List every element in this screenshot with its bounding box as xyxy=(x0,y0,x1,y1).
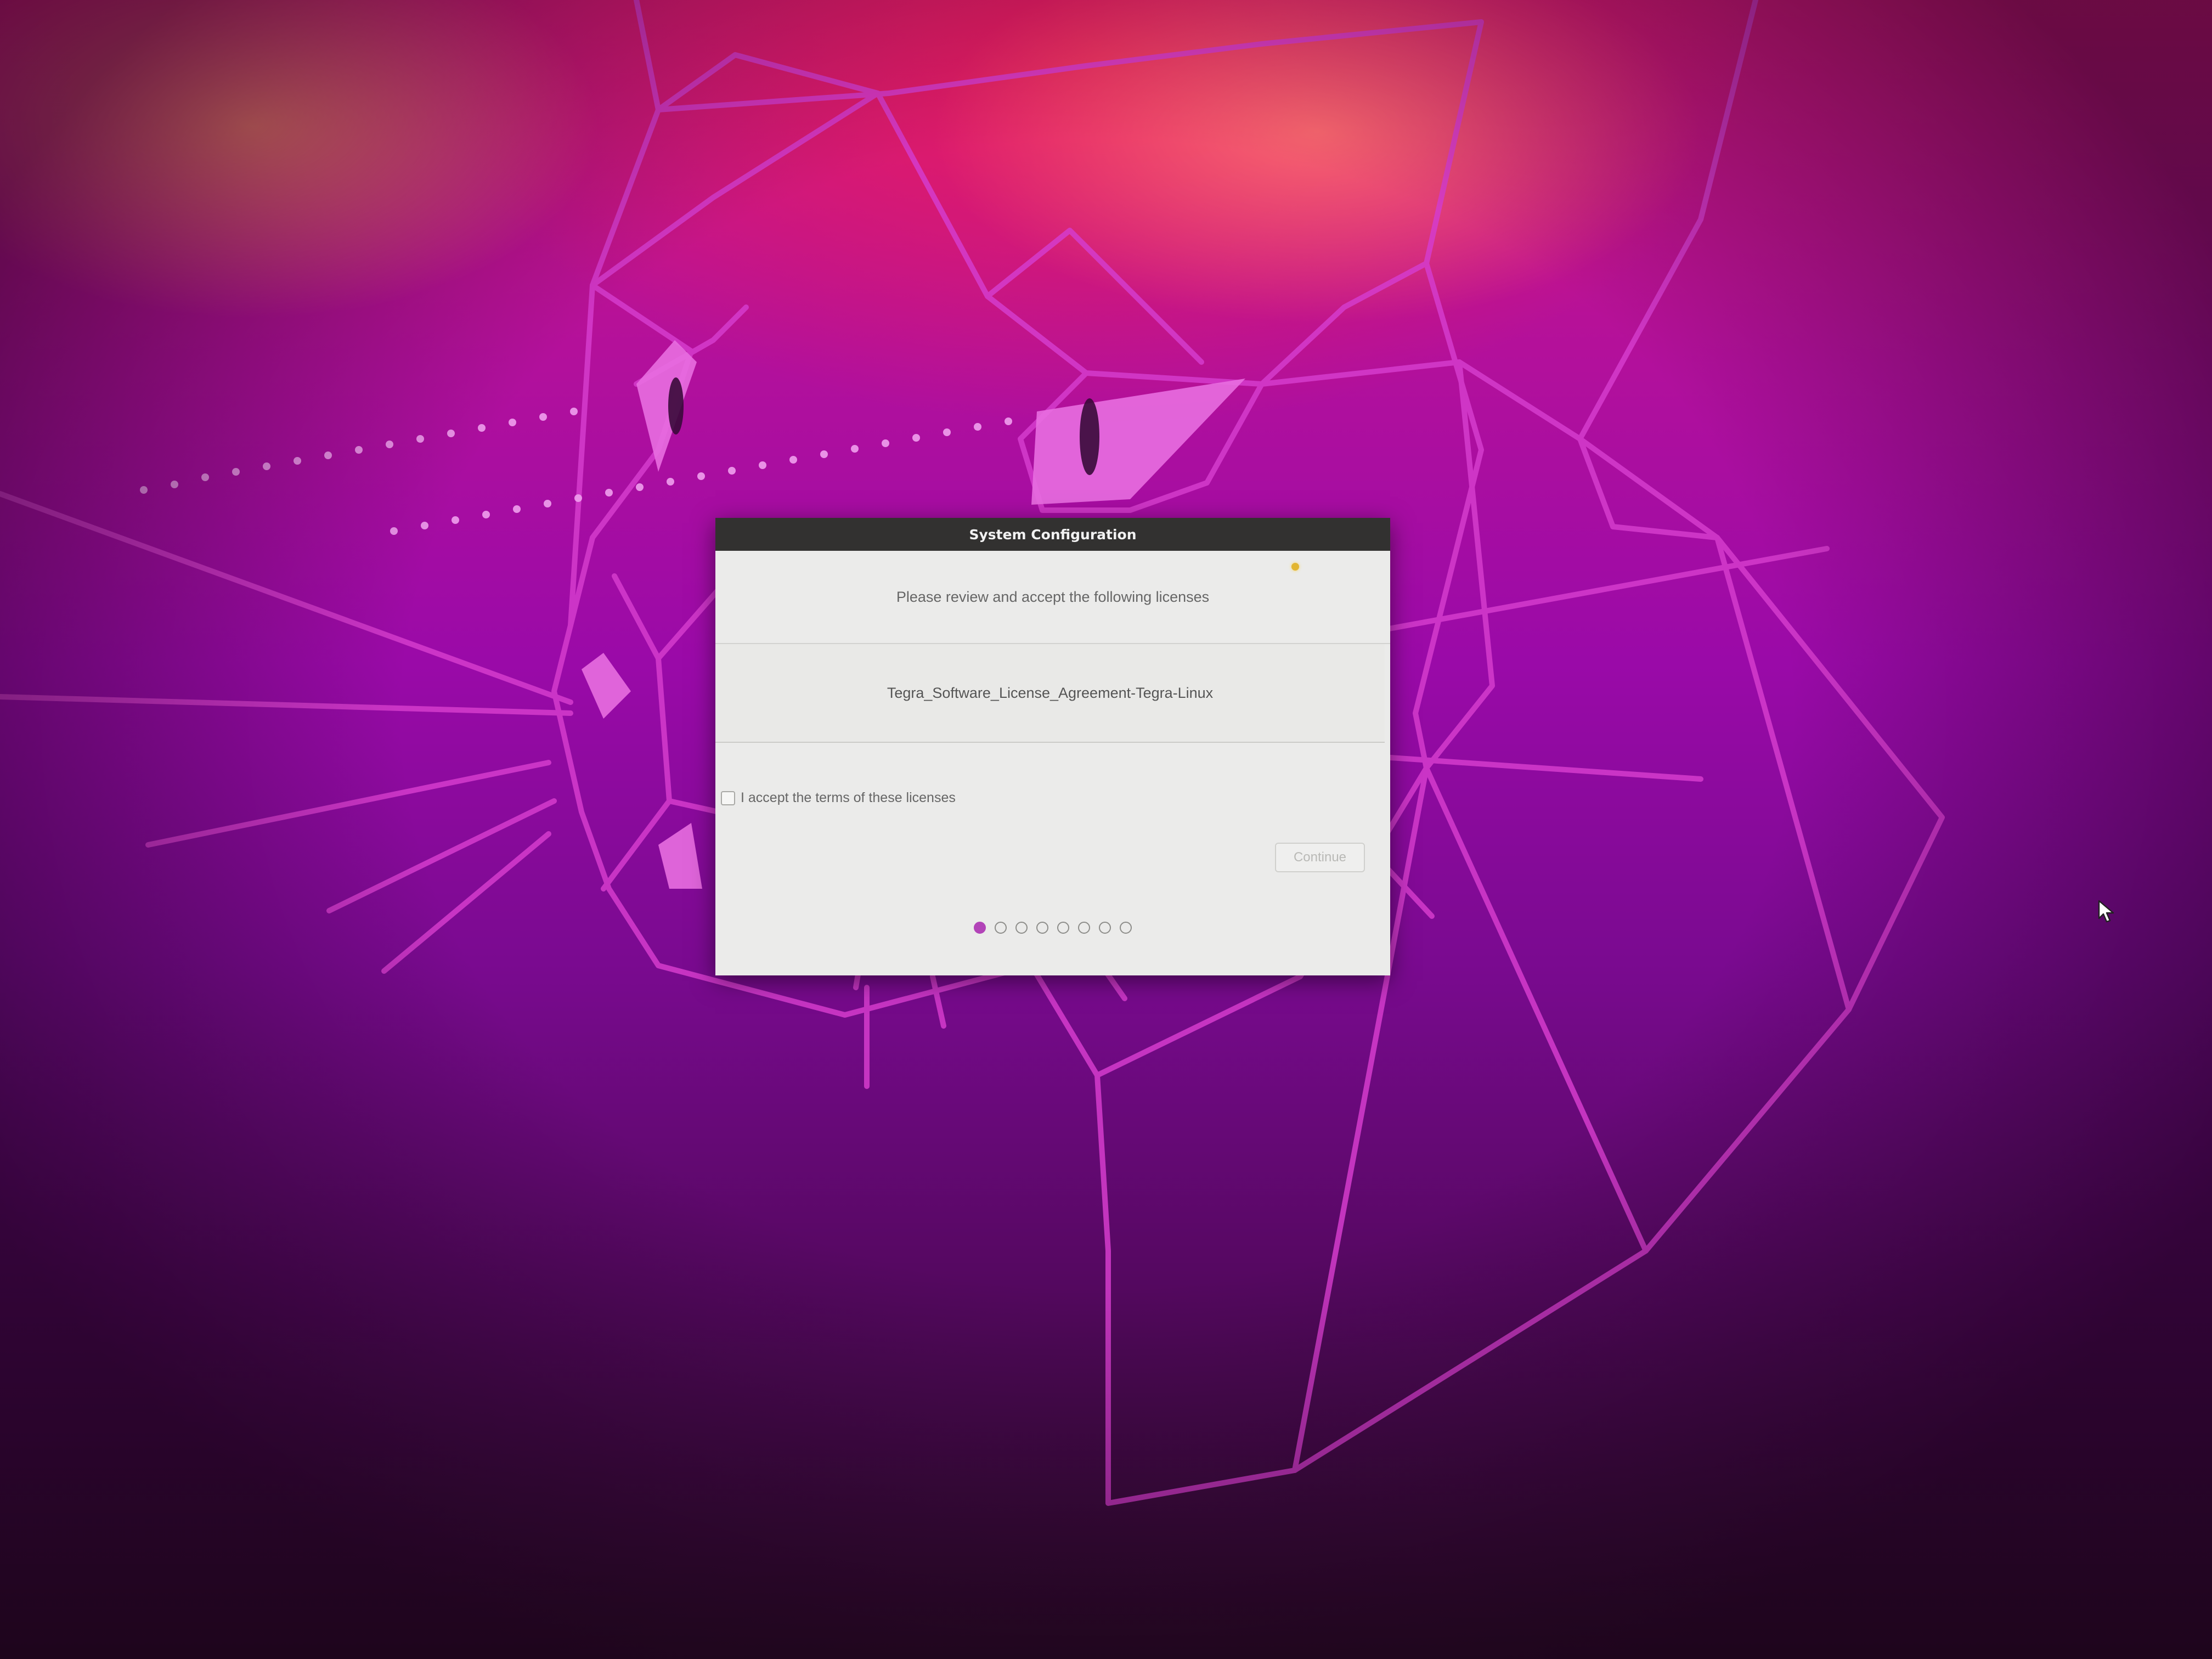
mouse-pointer-icon xyxy=(2098,900,2114,923)
accept-terms-row[interactable]: I accept the terms of these licenses xyxy=(721,790,956,806)
window-titlebar[interactable]: System Configuration xyxy=(715,518,1390,551)
continue-button[interactable]: Continue xyxy=(1275,843,1365,872)
step-dot-active xyxy=(974,922,986,934)
step-dot xyxy=(1120,922,1132,934)
step-dot xyxy=(1078,922,1090,934)
accept-terms-checkbox[interactable] xyxy=(721,791,735,805)
system-configuration-dialog: System Configuration Please review and a… xyxy=(715,518,1390,975)
license-item[interactable]: Tegra_Software_License_Agreement-Tegra-L… xyxy=(887,685,1213,702)
step-dot xyxy=(1099,922,1111,934)
license-list: Tegra_Software_License_Agreement-Tegra-L… xyxy=(715,644,1385,743)
step-dot xyxy=(1036,922,1048,934)
sparkle-icon xyxy=(1291,563,1299,571)
license-instructions: Please review and accept the following l… xyxy=(896,588,1210,605)
step-dot xyxy=(1015,922,1028,934)
window-title: System Configuration xyxy=(969,526,1137,543)
accept-terms-label[interactable]: I accept the terms of these licenses xyxy=(741,790,956,806)
step-dot xyxy=(1057,922,1069,934)
step-indicator xyxy=(715,922,1390,934)
license-header: Please review and accept the following l… xyxy=(715,551,1390,667)
step-dot xyxy=(995,922,1007,934)
